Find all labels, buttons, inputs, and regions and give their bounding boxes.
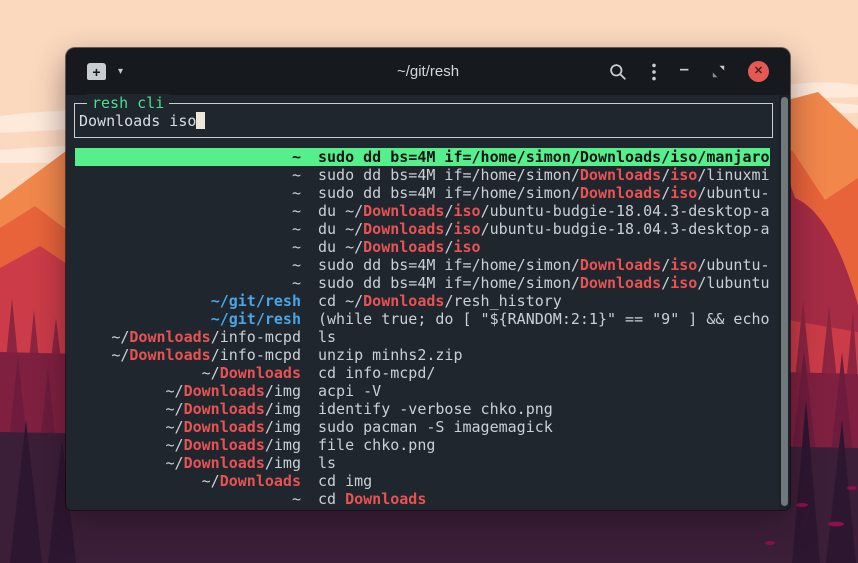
history-row[interactable]: ~ cd Downloads xyxy=(75,490,770,508)
kebab-menu-icon[interactable] xyxy=(651,62,657,82)
history-row[interactable]: ~ du ~/Downloads/iso/ubuntu-budgie-18.04.… xyxy=(75,202,770,220)
titlebar[interactable]: + ▾ ~/git/resh – xyxy=(66,48,790,95)
terminal-window: + ▾ ~/git/resh – xyxy=(66,48,790,510)
scrollbar-track[interactable] xyxy=(779,95,790,510)
row-command: sudo dd bs=4M if=/home/simon/Downloads/i… xyxy=(318,166,770,184)
history-row[interactable]: ~ du ~/Downloads/iso xyxy=(75,238,770,256)
row-context: ~ xyxy=(75,238,301,256)
close-icon[interactable]: ✕ xyxy=(748,61,769,82)
row-context: ~/git/resh xyxy=(75,292,301,310)
row-command: cd Downloads xyxy=(318,490,770,508)
row-command: cd ~/Downloads/resh_history xyxy=(318,292,770,310)
row-context: ~ xyxy=(75,220,301,238)
history-row[interactable]: ~/Downloads/img acpi -V xyxy=(75,382,770,400)
history-row[interactable]: ~/Downloads/img sudo pacman -S imagemagic… xyxy=(75,418,770,436)
history-row[interactable]: ~/git/resh cd ~/Downloads/resh_history xyxy=(75,292,770,310)
history-row[interactable]: ~ sudo dd bs=4M if=/home/simon/Downloads/… xyxy=(75,166,770,184)
history-row[interactable]: ~/Downloads cd info-mcpd/ xyxy=(75,364,770,382)
row-context: ~/Downloads/info-mcpd xyxy=(75,346,301,364)
history-row[interactable]: ~ sudo dd bs=4M if=/home/simon/Downloads/… xyxy=(75,256,770,274)
row-command: sudo pacman -S imagemagick xyxy=(318,418,770,436)
row-command: file chko.png xyxy=(318,436,770,454)
row-context: ~ xyxy=(75,166,301,184)
minimize-icon[interactable]: – xyxy=(680,60,689,83)
row-context: ~/Downloads xyxy=(75,364,301,382)
resh-query-input[interactable]: Downloads iso xyxy=(79,112,205,130)
row-context: ~/Downloads/img xyxy=(75,400,301,418)
row-context: ~/Downloads/info-mcpd xyxy=(75,328,301,346)
terminal-content: resh cli Downloads iso ~ sudo dd bs=4M if… xyxy=(66,95,790,510)
history-row[interactable]: ~/Downloads cd img xyxy=(75,472,770,490)
row-command: cd img xyxy=(318,472,770,490)
history-row[interactable]: ~/Downloads/img file chko.png xyxy=(75,436,770,454)
row-command: sudo dd bs=4M if=/home/simon/Downloads/i… xyxy=(318,274,770,292)
row-command: sudo dd bs=4M if=/home/simon/Downloads/i… xyxy=(318,184,770,202)
chevron-down-icon[interactable]: ▾ xyxy=(118,66,123,77)
row-context: ~ xyxy=(75,256,301,274)
row-context: ~/Downloads xyxy=(75,472,301,490)
resh-search-box: resh cli Downloads iso xyxy=(74,103,773,138)
row-command: du ~/Downloads/iso xyxy=(318,238,770,256)
row-command: sudo dd bs=4M if=/home/simon/Downloads/i… xyxy=(318,256,770,274)
row-command: (while true; do [ "${RANDOM:2:1}" == "9"… xyxy=(318,310,770,328)
row-command: sudo dd bs=4M if=/home/simon/Downloads/i… xyxy=(318,148,770,166)
row-command: du ~/Downloads/iso/ubuntu-budgie-18.04.3… xyxy=(318,220,770,238)
resh-query-text: Downloads iso xyxy=(79,112,196,130)
row-context: ~ xyxy=(75,274,301,292)
history-row[interactable]: ~/Downloads/img identify -verbose chko.pn… xyxy=(75,400,770,418)
row-command: ls xyxy=(318,454,770,472)
history-row[interactable]: ~/Downloads/info-mcpd unzip minhs2.zip xyxy=(75,346,770,364)
scrollbar-thumb[interactable] xyxy=(781,97,788,506)
history-row[interactable]: ~ sudo dd bs=4M if=/home/simon/Downloads/… xyxy=(75,274,770,292)
history-row[interactable]: ~ du ~/Downloads/iso/ubuntu-budgie-18.04.… xyxy=(75,220,770,238)
history-row[interactable]: ~/Downloads/info-mcpd ls xyxy=(75,328,770,346)
history-list: ~ sudo dd bs=4M if=/home/simon/Downloads/… xyxy=(75,148,770,508)
row-context: ~ xyxy=(75,202,301,220)
history-row-selected[interactable]: ~ sudo dd bs=4M if=/home/simon/Downloads/… xyxy=(75,148,770,166)
row-context: ~ xyxy=(75,184,301,202)
history-row[interactable]: ~ sudo dd bs=4M if=/home/simon/Downloads/… xyxy=(75,184,770,202)
row-command: cd info-mcpd/ xyxy=(318,364,770,382)
row-command: ls xyxy=(318,328,770,346)
row-context: ~/Downloads/img xyxy=(75,436,301,454)
row-context: ~/Downloads/img xyxy=(75,418,301,436)
row-context: ~ xyxy=(75,490,301,508)
restore-icon[interactable] xyxy=(712,65,725,78)
row-command: du ~/Downloads/iso/ubuntu-budgie-18.04.3… xyxy=(318,202,770,220)
text-cursor xyxy=(196,112,205,129)
row-context: ~/git/resh xyxy=(75,310,301,328)
row-context: ~/Downloads/img xyxy=(75,382,301,400)
row-command: unzip minhs2.zip xyxy=(318,346,770,364)
row-context: ~ xyxy=(75,148,301,166)
history-row[interactable]: ~/git/resh (while true; do [ "${RANDOM:2:… xyxy=(75,310,770,328)
search-icon[interactable] xyxy=(608,62,628,82)
row-command: identify -verbose chko.png xyxy=(318,400,770,418)
row-command: acpi -V xyxy=(318,382,770,400)
history-row[interactable]: ~/Downloads/img ls xyxy=(75,454,770,472)
new-tab-icon[interactable]: + xyxy=(87,63,106,80)
resh-box-title: resh cli xyxy=(87,94,169,112)
row-context: ~/Downloads/img xyxy=(75,454,301,472)
